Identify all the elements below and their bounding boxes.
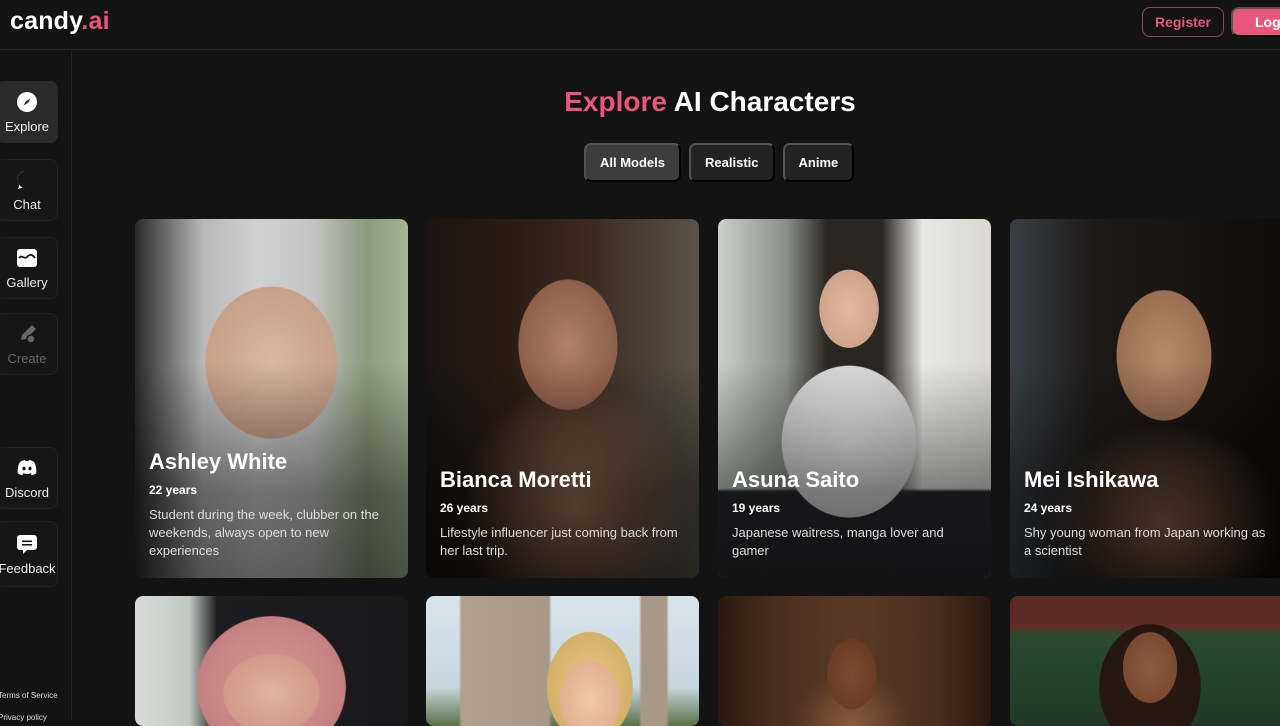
logo-accent: .ai (81, 7, 110, 35)
sidebar-item-chat[interactable]: Chat (0, 159, 58, 221)
character-card-mei-ishikawa[interactable]: Mei Ishikawa 24 years Shy young woman fr… (1010, 219, 1280, 578)
title-rest: AI Characters (673, 86, 856, 117)
character-photo (718, 596, 991, 726)
feedback-icon (16, 533, 38, 555)
chat-bubble-icon (16, 169, 38, 191)
character-info: Ashley White 22 years Student during the… (149, 449, 394, 560)
character-info: Bianca Moretti 26 years Lifestyle influe… (440, 467, 685, 560)
filter-all-models[interactable]: All Models (584, 143, 682, 182)
brush-icon (16, 323, 38, 345)
character-photo (426, 596, 699, 726)
sidebar-item-gallery[interactable]: Gallery (0, 237, 58, 299)
character-card[interactable] (1010, 596, 1280, 726)
character-info: Asuna Saito 19 years Japanese waitress, … (732, 467, 977, 560)
character-description: Shy young woman from Japan working as a … (1024, 525, 1266, 558)
title-accent: Explore (564, 86, 667, 117)
character-name: Bianca Moretti (440, 467, 592, 492)
character-name: Asuna Saito (732, 467, 860, 492)
sidebar: Explore Chat Gallery Create Discord Feed… (0, 51, 72, 722)
sidebar-item-discord[interactable]: Discord (0, 447, 58, 509)
character-card-asuna-saito[interactable]: Asuna Saito 19 years Japanese waitress, … (718, 219, 991, 578)
sidebar-item-label: Chat (13, 196, 41, 212)
top-bar: candy.ai Register Login (0, 0, 1280, 50)
character-photo (135, 596, 408, 726)
character-card[interactable] (718, 596, 991, 726)
privacy-policy-link[interactable]: Privacy policy (0, 713, 47, 722)
character-card[interactable] (426, 596, 699, 726)
sidebar-item-label: Create (7, 350, 47, 366)
sidebar-item-label: Feedback (0, 560, 56, 576)
character-age: 26 years (440, 501, 489, 515)
character-age: 19 years (732, 501, 781, 515)
character-description: Japanese waitress, manga lover and gamer (732, 525, 944, 558)
terms-of-service-link[interactable]: Terms of Service (0, 691, 58, 700)
character-card[interactable] (135, 596, 408, 726)
character-description: Lifestyle influencer just coming back fr… (440, 525, 678, 558)
logo[interactable]: candy.ai (10, 7, 110, 36)
image-icon (16, 247, 38, 269)
model-filter-tabs: All Models Realistic Anime (584, 143, 855, 182)
character-name: Ashley White (149, 449, 288, 474)
character-info: Mei Ishikawa 24 years Shy young woman fr… (1024, 467, 1276, 560)
character-age: 22 years (149, 483, 198, 497)
character-age: 24 years (1024, 501, 1073, 515)
character-description: Student during the week, clubber on the … (149, 507, 379, 558)
sidebar-item-label: Discord (4, 484, 50, 500)
filter-anime[interactable]: Anime (782, 143, 855, 182)
character-name: Mei Ishikawa (1024, 467, 1159, 492)
sidebar-item-label: Gallery (6, 274, 48, 290)
sidebar-item-label: Explore (4, 118, 50, 134)
character-card-ashley-white[interactable]: Ashley White 22 years Student during the… (135, 219, 408, 578)
login-button[interactable]: Login (1231, 7, 1280, 37)
character-card-bianca-moretti[interactable]: Bianca Moretti 26 years Lifestyle influe… (426, 219, 699, 578)
page-title: Explore AI Characters (0, 86, 1280, 118)
character-photo (1010, 596, 1280, 726)
sidebar-item-create[interactable]: Create (0, 313, 58, 375)
logo-main: candy (10, 7, 82, 35)
filter-realistic[interactable]: Realistic (689, 143, 775, 182)
register-button[interactable]: Register (1142, 7, 1224, 37)
discord-icon (16, 457, 38, 479)
sidebar-item-feedback[interactable]: Feedback (0, 521, 58, 587)
